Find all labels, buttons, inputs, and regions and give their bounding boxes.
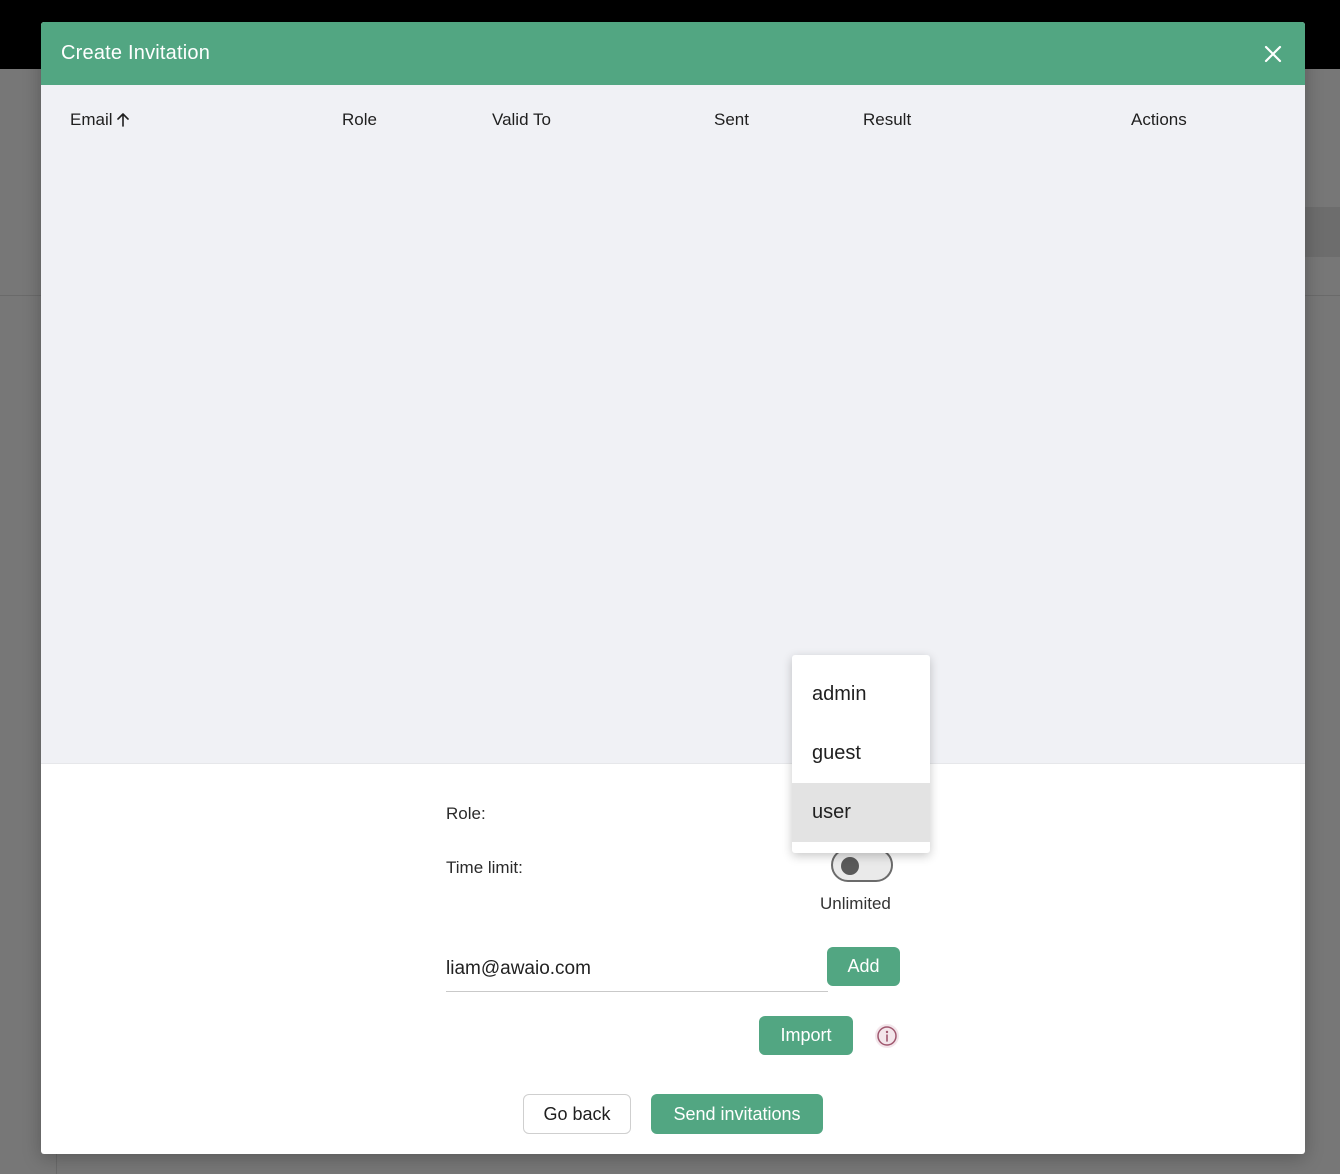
column-header-email[interactable]: Email <box>70 110 130 130</box>
column-header-role[interactable]: Role <box>342 110 377 130</box>
background-divider <box>0 295 41 296</box>
close-button[interactable] <box>1261 42 1285 66</box>
time-limit-toggle[interactable] <box>831 848 893 882</box>
toggle-knob <box>841 857 859 875</box>
column-header-result[interactable]: Result <box>863 110 911 130</box>
column-header-valid-to[interactable]: Valid To <box>492 110 551 130</box>
create-invitation-modal: Create Invitation Email Role Valid To Se… <box>41 22 1305 1154</box>
background-divider <box>1305 295 1340 296</box>
info-icon[interactable] <box>874 1023 900 1049</box>
role-option-guest[interactable]: guest <box>792 724 930 783</box>
role-label: Role: <box>446 804 486 823</box>
modal-title: Create Invitation <box>61 42 211 64</box>
role-dropdown-menu: admin guest user <box>792 655 930 853</box>
dropdown-padding <box>792 655 930 665</box>
time-limit-label: Time limit: <box>446 858 523 877</box>
go-back-button[interactable]: Go back <box>523 1094 631 1134</box>
invitations-table: Email Role Valid To Sent Result Actions <box>41 85 1305 764</box>
column-header-label: Email <box>70 110 113 129</box>
import-button[interactable]: Import <box>759 1016 853 1055</box>
sort-ascending-icon <box>116 112 130 128</box>
close-icon <box>1264 45 1282 62</box>
time-limit-state: Unlimited <box>820 894 891 913</box>
column-header-actions: Actions <box>1131 110 1187 129</box>
column-header-sent[interactable]: Sent <box>714 110 749 130</box>
email-input[interactable] <box>446 947 828 992</box>
background-app-row <box>1305 207 1340 257</box>
role-option-admin[interactable]: admin <box>792 665 930 724</box>
send-invitations-button[interactable]: Send invitations <box>651 1094 823 1134</box>
modal-header: Create Invitation <box>41 22 1305 85</box>
background-divider <box>56 1154 57 1174</box>
add-button[interactable]: Add <box>827 947 900 986</box>
role-option-user[interactable]: user <box>792 783 930 842</box>
